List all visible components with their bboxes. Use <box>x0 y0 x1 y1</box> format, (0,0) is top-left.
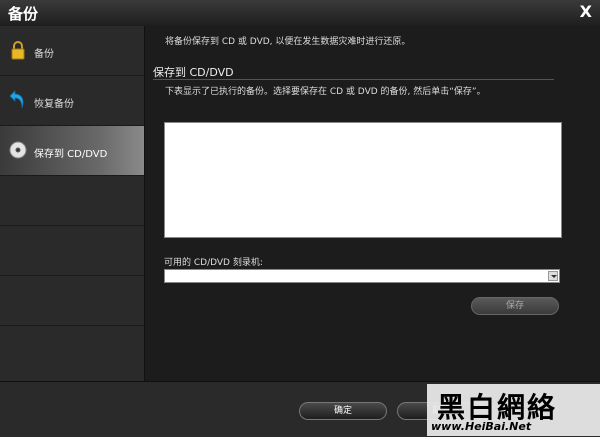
sidebar-item-label: 保存到 CD/DVD <box>34 149 108 160</box>
main-panel: 将备份保存到 CD 或 DVD, 以便在发生数据灾难时进行还原。 保存到 CD/… <box>145 26 600 381</box>
title-bar: 备份 X <box>0 0 600 27</box>
sidebar-empty-slot <box>0 176 144 226</box>
burner-label: 可用的 CD/DVD 刻录机: <box>164 258 263 268</box>
burner-select[interactable] <box>164 269 560 283</box>
backup-list[interactable] <box>164 122 562 238</box>
window-title: 备份 <box>8 5 39 23</box>
chevron-down-icon[interactable] <box>548 271 558 281</box>
section-divider <box>153 79 554 80</box>
save-button[interactable]: 保存 <box>471 297 559 315</box>
watermark-url: www.HeiBai.Net <box>431 420 532 433</box>
watermark: 黑白網絡 www.HeiBai.Net <box>427 384 600 436</box>
page-description: 将备份保存到 CD 或 DVD, 以便在发生数据灾难时进行还原。 <box>165 37 411 47</box>
ok-button[interactable]: 确定 <box>299 402 387 420</box>
close-icon[interactable]: X <box>580 2 592 21</box>
sidebar-item-label: 恢复备份 <box>34 99 74 110</box>
sidebar-empty-slot <box>0 276 144 326</box>
sidebar-item-restore[interactable]: 恢复备份 <box>0 76 144 126</box>
sidebar: 备份 恢复备份 保存到 CD/DVD <box>0 26 145 381</box>
sidebar-empty-slot <box>0 226 144 276</box>
disc-icon <box>9 141 27 159</box>
lock-icon <box>11 41 25 60</box>
sidebar-item-backup[interactable]: 备份 <box>0 26 144 76</box>
restore-arrow-icon <box>9 90 24 109</box>
section-title: 保存到 CD/DVD <box>153 66 234 79</box>
sidebar-item-save-cd-dvd[interactable]: 保存到 CD/DVD <box>0 126 144 176</box>
sidebar-item-label: 备份 <box>34 49 54 60</box>
section-description: 下表显示了已执行的备份。选择要保存在 CD 或 DVD 的备份, 然后单击“保存… <box>165 87 486 97</box>
